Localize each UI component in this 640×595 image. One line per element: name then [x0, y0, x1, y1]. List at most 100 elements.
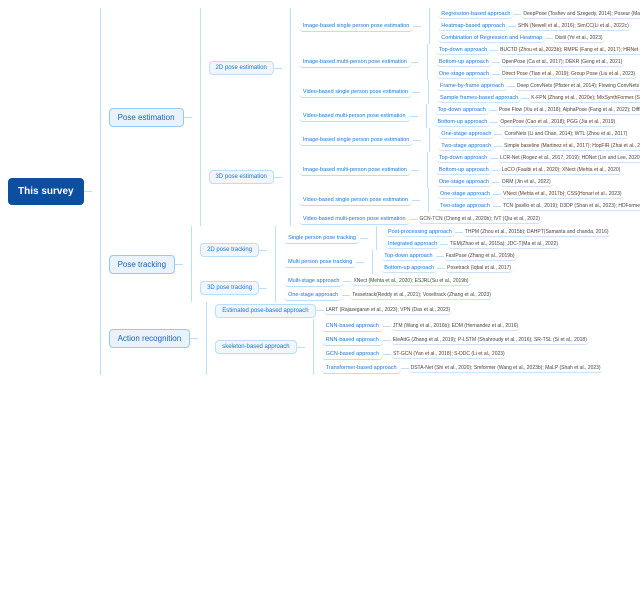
node-level3: Multi-stage approach: [284, 276, 343, 287]
leaf-node: Pose Flow (Xiu et al., 2018); AlphaPose …: [497, 106, 640, 115]
children-box: Top-down approachBUCTD (Zhou et al.,2023…: [427, 44, 640, 80]
leaf-row: RNN-based approachEleAttG (Zhang et al.,…: [322, 334, 603, 347]
branch-row: 2D pose estimation: [209, 60, 282, 76]
leaf-row: GCN-based approach ST-GCN (Yan et al., 20…: [322, 348, 603, 361]
leaf-row: Top-down approachLCR-Net (Rogez et al., …: [436, 153, 640, 164]
leaf-row: Bottom-up approach Posetrack (Iqbal et al…: [381, 263, 516, 274]
children-box: Post-processing approachTHPM (Zhou et al…: [376, 226, 611, 250]
branch: Image-based multi-person pose estimation…: [299, 44, 640, 80]
node-level4: Bottom-up approach: [381, 264, 437, 273]
branch: Multi person pose tracking Top-down appro…: [284, 250, 610, 274]
node-level4: Heatmap-based approach: [438, 22, 508, 31]
node-level1: Pose tracking: [109, 255, 175, 274]
leaf-row: Frame-by-frame approach Deep ConvNets (Pf…: [437, 81, 640, 92]
branch: 2D pose estimation Image-based single per…: [209, 8, 640, 128]
branch-row: Pose tracking: [109, 254, 183, 275]
branch: Pose tracking 2D pose tracking Single pers…: [109, 226, 640, 302]
leaf-row: Combination of Regression and HeatmapDis…: [438, 33, 640, 44]
leaf-node: Deep ConvNets (Pfister et al, 2014); Flo…: [515, 82, 640, 91]
leaf-node: ConvNets (Li and Chan, 2014); WTL (Zhou …: [502, 130, 629, 139]
leaf-row: CNN-based approach JTM (Wang et al., 2016…: [322, 320, 603, 333]
children-box: 2D pose estimation Image-based single per…: [200, 8, 640, 226]
leaf-row: Integrated approachTEM(Zhao et al., 2015…: [385, 239, 611, 250]
leaf-row: One-stage approachDRM (Jin et al., 2022): [436, 177, 640, 188]
branch: Single person pose trackingPost-processi…: [284, 226, 610, 250]
leaf-node: Posetrack (Iqbal et al., 2017): [445, 264, 513, 273]
node-level3: Multi person pose tracking: [284, 257, 356, 268]
node-level4: Top-down approach: [435, 106, 489, 115]
branch: Action recognition Estimated pose-based a…: [109, 302, 640, 375]
node-level3: Transformer-based approach: [322, 363, 401, 374]
branch-row: 3D pose tracking: [200, 280, 267, 296]
children-box: Image-based single person pose estimatio…: [290, 8, 640, 128]
tree-children: Pose estimation2D pose estimationImage-b…: [100, 8, 640, 375]
leaf-node: ST-GCN (Yan et al., 2018); S-DDC (Li et …: [391, 350, 507, 359]
node-level3: Video-based multi-person pose estimation: [299, 214, 410, 225]
children-box: Frame-by-frame approach Deep ConvNets (Pf…: [428, 80, 640, 104]
node-level2: 2D pose tracking: [200, 243, 259, 257]
node-level3: Image-based single person pose estimatio…: [299, 135, 413, 146]
leaf-node: K-FPN (Zhang et al., 2020e); MixSynthFor…: [529, 94, 640, 103]
leaf-row: Two-stage approach TCN (pavllo et al., 20…: [437, 201, 640, 212]
leaf-node: DRM (Jin et al., 2022): [500, 178, 553, 187]
children-box: Single person pose trackingPost-processi…: [275, 226, 610, 274]
branch-row: Video-based single person pose estimatio…: [299, 194, 420, 207]
leaf-row: One-stage approachConvNets (Li and Chan,…: [438, 129, 640, 140]
node-level3: Image-based single person pose estimatio…: [299, 21, 413, 32]
node-level4: Bottom-up approach: [435, 118, 491, 127]
leaf-node: LCR-Net (Rogez et al., 2017, 2019); HDNe…: [498, 154, 640, 163]
leaf-node: Simple baseline (Martinez et al., 2017);…: [502, 142, 640, 151]
node-level3: GCN-based approach: [322, 349, 384, 360]
leaf-node: JTM (Wang et al., 2016b); EDM (Hernandez…: [391, 322, 520, 331]
leaf-row: Top-down approachBUCTD (Zhou et al.,2023…: [436, 45, 640, 56]
node-level3: CNN-based approach: [322, 321, 383, 332]
leaf-node: DeepPose (Toshev and Szegedy, 2014); Pos…: [521, 10, 640, 19]
node-level4: Bottom-up approach: [436, 166, 492, 175]
leaf-row: One-stage approach VNect (Mehta et al., 2…: [437, 189, 640, 200]
branch: skeleton-based approach CNN-based approac…: [215, 319, 602, 375]
leaf-node: LART (Rajasegaran et al., 2023); VPN (Da…: [324, 306, 453, 315]
root-node: This survey: [8, 178, 84, 205]
children-box: One-stage approachConvNets (Li and Chan,…: [429, 128, 640, 152]
leaf-node: FastPose (Zhang et al., 2019b): [444, 252, 517, 261]
leaf-node: Tessetrack(Reddy et al., 2021); Voxeltra…: [350, 291, 493, 300]
node-level2: 3D pose tracking: [200, 281, 259, 295]
leaf-node: BUCTD (Zhou et al.,2023b); RMPE (Fang et…: [498, 46, 640, 55]
node-level3: Video-based single person pose estimatio…: [299, 87, 412, 98]
leaf-node: Distil (Ye et al., 2023): [553, 34, 604, 43]
leaf-row: Transformer-based approachDSTA-Net (Shi …: [322, 362, 603, 375]
branch-row: Image-based single person pose estimatio…: [299, 134, 421, 147]
node-level4: Frame-by-frame approach: [437, 82, 507, 91]
leaf-node: LoCO (Fauibi et al., 2020); XNect (Mehta…: [500, 166, 623, 175]
leaf-row: Top-down approach Pose Flow (Xiu et al., …: [435, 105, 640, 116]
node-level4: Two-stage approach: [437, 202, 493, 211]
leaf-row: Heatmap-based approachSHN (Newell et al.…: [438, 21, 640, 32]
leaf-node: VNect (Mehta et al., 2017b); CSS(Honari …: [501, 190, 623, 199]
leaf-node: XNect (Mehta et al., 2020); ESJRL(Su et …: [351, 277, 470, 286]
node-level3: Video-based multi-person pose estimation: [299, 111, 410, 122]
leaf-node: TCN (pavllo et al., 2019); D3DP (Shan et…: [501, 202, 640, 211]
leaf-node: EleAttG (Zhang et al., 2019); P-LSTM (Sh…: [391, 336, 589, 345]
branch-row: Video-based single person pose estimatio…: [299, 86, 420, 99]
branch: Image-based single person pose estimatio…: [299, 128, 640, 152]
node-level4: One-stage approach: [437, 190, 493, 199]
children-box: Top-down approach Pose Flow (Xiu et al., …: [426, 104, 640, 128]
branch-row: skeleton-based approach: [215, 339, 304, 355]
branch: Video-based single person pose estimatio…: [299, 80, 640, 104]
branch: 2D pose tracking Single person pose track…: [200, 226, 611, 274]
branch: Pose estimation2D pose estimationImage-b…: [109, 8, 640, 226]
children-box: 2D pose tracking Single person pose track…: [191, 226, 611, 302]
leaf-row: Bottom-up approach LoCO (Fauibi et al., 2…: [436, 165, 640, 176]
branch-row: Image-based single person pose estimatio…: [299, 20, 421, 33]
leaf-row: Regression-based approachDeepPose (Toshe…: [438, 9, 640, 20]
node-level4: Two-stage approach: [438, 142, 494, 151]
branch: 3D pose tracking Multi-stage approach XNec…: [200, 274, 611, 302]
children-box: Estimated pose-based approachLART (Rajas…: [206, 302, 602, 375]
branch-row: Action recognition: [109, 328, 199, 349]
children-box: Top-down approachFastPose (Zhang et al.,…: [372, 250, 516, 274]
leaf-row: Top-down approachFastPose (Zhang et al.,…: [381, 251, 516, 262]
leaf-node: TEM(Zhao et al., 2015a); JDC-T(Ma et al.…: [448, 240, 560, 249]
branch: Image-based single person pose estimatio…: [299, 8, 640, 44]
node-level3: Image-based multi-person pose estimation: [299, 57, 411, 68]
node-level3: Image-based multi-person pose estimation: [299, 165, 411, 176]
